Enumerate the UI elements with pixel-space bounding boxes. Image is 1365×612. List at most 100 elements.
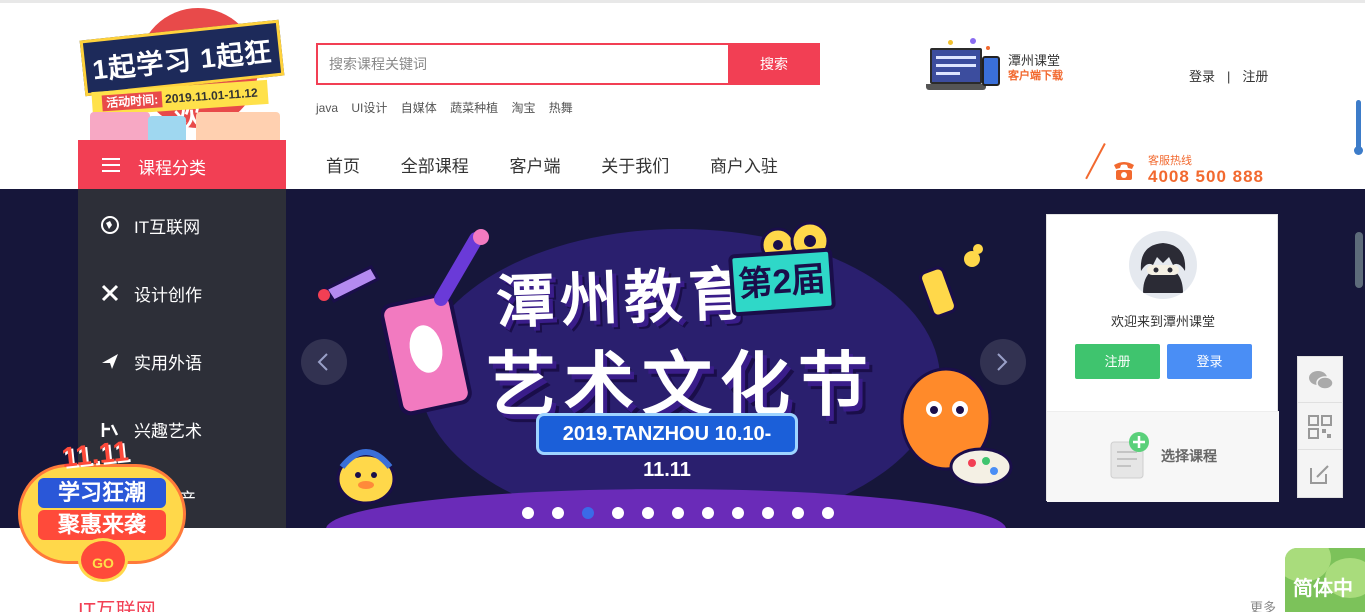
laptop-screen bbox=[930, 48, 982, 84]
speaker-character-illustration bbox=[381, 229, 489, 416]
decor-dot bbox=[970, 38, 976, 44]
scrollbar-handle[interactable] bbox=[1354, 146, 1363, 155]
banner-dot[interactable] bbox=[552, 507, 564, 519]
language-switch-button[interactable]: 简体中 bbox=[1285, 548, 1365, 612]
phone-icon bbox=[1114, 162, 1134, 180]
course-category-label: 课程分类 bbox=[138, 159, 206, 178]
page-header: 1起学习 1起狂欢 活动时间:2019.11.01-11.12 搜索 java … bbox=[0, 0, 1365, 189]
section-title-it: IT互联网 bbox=[78, 600, 156, 612]
phone-device-icon bbox=[982, 56, 1000, 86]
banner-next-button[interactable] bbox=[980, 339, 1026, 385]
nav-item-home[interactable]: 首页 bbox=[326, 152, 360, 177]
hotline-label: 客服热线 bbox=[1148, 155, 1192, 167]
banner-dot[interactable] bbox=[582, 507, 594, 519]
duck-character-illustration bbox=[336, 449, 396, 505]
plane-icon bbox=[102, 354, 118, 369]
card-register-button[interactable]: 注册 bbox=[1075, 344, 1160, 379]
search-button[interactable]: 搜索 bbox=[728, 43, 820, 85]
banner-date: 2019.TANZHOU 10.10-11.11 bbox=[536, 413, 798, 481]
banner-dot[interactable] bbox=[762, 507, 774, 519]
banner-pagination bbox=[522, 507, 852, 519]
page-scrollbar[interactable] bbox=[1353, 100, 1363, 160]
book-shape bbox=[196, 112, 280, 142]
search-box: 搜索 bbox=[316, 43, 820, 85]
paint-tube-illustration bbox=[318, 265, 381, 303]
welcome-card: 欢迎来到潭州课堂 注册 登录 选择课程 bbox=[1046, 214, 1279, 502]
category-item-design[interactable]: 设计创作 bbox=[78, 259, 286, 327]
course-category-button[interactable]: 课程分类 bbox=[78, 140, 286, 189]
banner-dot[interactable] bbox=[672, 507, 684, 519]
globe-icon bbox=[101, 216, 119, 234]
badge-go-button[interactable]: GO bbox=[78, 538, 128, 582]
banner-dot[interactable] bbox=[522, 507, 534, 519]
banner-dot[interactable] bbox=[642, 507, 654, 519]
laptop-base bbox=[926, 84, 986, 90]
promo-books-illustration bbox=[86, 108, 282, 142]
floating-toolbar bbox=[1297, 356, 1343, 498]
wechat-button[interactable] bbox=[1298, 357, 1342, 403]
banner-title-line1: 潭州教育 bbox=[495, 261, 754, 336]
banner-dot[interactable] bbox=[822, 507, 834, 519]
card-login-button[interactable]: 登录 bbox=[1167, 344, 1252, 379]
hot-word-link[interactable]: UI设计 bbox=[351, 101, 387, 115]
edit-icon bbox=[1310, 465, 1329, 484]
design-tools-icon bbox=[101, 284, 119, 302]
hot-word-link[interactable]: 蔬菜种植 bbox=[450, 101, 498, 115]
book-shape bbox=[148, 116, 186, 142]
choose-course-button[interactable]: 选择课程 bbox=[1047, 412, 1279, 502]
add-document-icon bbox=[1110, 432, 1149, 479]
nav-item-about[interactable]: 关于我们 bbox=[601, 152, 669, 177]
banner-edition-badge: 第2届 bbox=[727, 247, 837, 317]
nav-item-all-courses[interactable]: 全部课程 bbox=[401, 152, 469, 177]
auth-links: 登录 | 注册 bbox=[1189, 66, 1268, 85]
language-switch-label: 简体中 bbox=[1293, 578, 1353, 600]
register-link[interactable]: 注册 bbox=[1242, 69, 1268, 84]
badge-line1: 学习狂潮 bbox=[38, 478, 166, 508]
feedback-button[interactable] bbox=[1298, 451, 1342, 497]
book-shape bbox=[90, 112, 150, 142]
section-more-link[interactable]: 更多 bbox=[1250, 597, 1276, 612]
banner-dot[interactable] bbox=[732, 507, 744, 519]
welcome-message: 欢迎来到潭州课堂 bbox=[1110, 314, 1215, 329]
qrcode-button[interactable] bbox=[1298, 404, 1342, 450]
banner-dot[interactable] bbox=[702, 507, 714, 519]
wechat-icon bbox=[1309, 371, 1334, 390]
chevron-left-icon bbox=[317, 353, 328, 371]
badge-line2: 聚惠来袭 bbox=[38, 510, 166, 540]
category-item-label: 设计创作 bbox=[134, 286, 202, 305]
nav-item-client[interactable]: 客户端 bbox=[509, 152, 560, 177]
chevron-right-icon bbox=[997, 353, 1008, 371]
client-download-link[interactable]: 潭州课堂 客户端下载 bbox=[926, 38, 1076, 96]
hot-word-link[interactable]: 自媒体 bbox=[401, 101, 437, 115]
qrcode-icon bbox=[1308, 415, 1332, 439]
client-download-label: 客户端下载 bbox=[1008, 70, 1063, 82]
banner-dot[interactable] bbox=[612, 507, 624, 519]
hotline-divider bbox=[1085, 143, 1106, 180]
banner-dot[interactable] bbox=[792, 507, 804, 519]
secondary-scrollbar[interactable] bbox=[1355, 232, 1363, 288]
ninja-avatar-icon bbox=[1140, 243, 1186, 293]
customer-hotline: 客服热线 4008 500 888 bbox=[1085, 143, 1266, 187]
top-divider bbox=[0, 0, 1365, 3]
category-item-language[interactable]: 实用外语 bbox=[78, 327, 286, 395]
promo-logo[interactable]: 1起学习 1起狂欢 活动时间: 2019.11.01-11.12 bbox=[78, 8, 288, 142]
banner-artwork: 潭州教育 第2届 艺术文化节 2019.TANZHOU 10.10-11.11 bbox=[286, 189, 1046, 528]
banner-prev-button[interactable] bbox=[301, 339, 347, 385]
hot-word-link[interactable]: java bbox=[316, 101, 338, 115]
login-link[interactable]: 登录 bbox=[1189, 69, 1215, 84]
badge-1111-text: 11.11 bbox=[60, 435, 130, 473]
search-input[interactable] bbox=[318, 45, 730, 83]
nav-item-merchant[interactable]: 商户入驻 bbox=[710, 152, 778, 177]
decor-dot bbox=[948, 40, 953, 45]
hot-words: java UI设计 自媒体 蔬菜种植 淘宝 热舞 bbox=[316, 99, 583, 115]
main-nav: 首页 全部课程 客户端 关于我们 商户入驻 bbox=[308, 152, 796, 178]
avatar bbox=[1129, 231, 1197, 299]
hot-word-link[interactable]: 热舞 bbox=[549, 101, 573, 115]
category-item-it[interactable]: IT互联网 bbox=[78, 191, 286, 259]
double-eleven-promo-badge[interactable]: 11.11 学习狂潮 聚惠来袭 GO bbox=[12, 428, 188, 588]
category-item-label: 实用外语 bbox=[134, 354, 202, 373]
promo-date-range: 2019.11.01-11.12 bbox=[164, 85, 259, 107]
auth-separator: | bbox=[1227, 69, 1231, 84]
menu-icon bbox=[102, 158, 120, 172]
hot-word-link[interactable]: 淘宝 bbox=[511, 101, 535, 115]
